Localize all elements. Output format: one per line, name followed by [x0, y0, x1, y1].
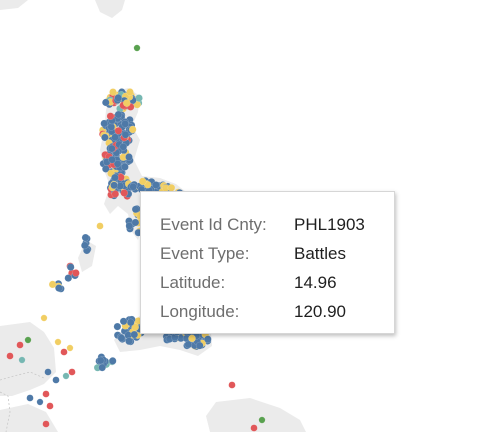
- event-marker[interactable]: [121, 120, 129, 128]
- event-marker[interactable]: [108, 144, 116, 153]
- event-marker[interactable]: [44, 368, 52, 376]
- tooltip-value: Battles: [294, 243, 346, 263]
- event-marker[interactable]: [111, 133, 119, 142]
- event-marker[interactable]: [114, 110, 123, 119]
- event-marker[interactable]: [184, 340, 193, 349]
- event-marker[interactable]: [72, 269, 80, 277]
- event-marker[interactable]: [119, 142, 128, 151]
- event-marker[interactable]: [26, 394, 34, 402]
- event-marker[interactable]: [64, 274, 73, 282]
- event-marker[interactable]: [126, 318, 135, 327]
- tooltip-row-event-type: Event Type: Battles: [160, 239, 394, 268]
- event-marker[interactable]: [120, 189, 128, 197]
- event-tooltip: Event Id Cnty: PHL1903 Event Type: Battl…: [140, 191, 395, 334]
- event-marker[interactable]: [68, 368, 76, 376]
- event-marker[interactable]: [96, 356, 105, 365]
- event-marker[interactable]: [133, 44, 141, 52]
- event-marker[interactable]: [96, 222, 104, 230]
- event-marker[interactable]: [66, 263, 75, 271]
- event-marker[interactable]: [42, 390, 50, 398]
- event-marker[interactable]: [55, 284, 63, 292]
- event-marker[interactable]: [100, 119, 108, 128]
- tooltip-value: 120.90: [294, 301, 346, 321]
- event-marker[interactable]: [119, 317, 128, 326]
- event-marker[interactable]: [40, 314, 48, 322]
- tooltip-label: Event Type:: [160, 243, 250, 263]
- event-marker[interactable]: [108, 357, 117, 365]
- event-marker[interactable]: [18, 356, 26, 364]
- event-marker[interactable]: [203, 335, 212, 344]
- tooltip-row-latitude: Latitude: 14.96: [160, 268, 394, 297]
- tooltip-row-longitude: Longitude: 120.90: [160, 297, 394, 326]
- event-marker[interactable]: [131, 205, 140, 214]
- event-marker[interactable]: [121, 163, 129, 171]
- event-marker[interactable]: [138, 177, 147, 186]
- event-marker[interactable]: [195, 341, 204, 350]
- event-marker[interactable]: [125, 153, 133, 161]
- map-view[interactable]: Event Id Cnty: PHL1903 Event Type: Battl…: [0, 0, 502, 432]
- event-marker[interactable]: [52, 376, 60, 384]
- event-marker[interactable]: [54, 338, 62, 346]
- event-marker[interactable]: [60, 348, 68, 356]
- event-marker[interactable]: [128, 125, 137, 134]
- tooltip-value: PHL1903: [294, 214, 365, 234]
- event-marker[interactable]: [111, 173, 119, 182]
- event-marker[interactable]: [228, 381, 236, 389]
- event-marker[interactable]: [109, 88, 117, 96]
- event-marker[interactable]: [130, 330, 139, 339]
- event-marker[interactable]: [123, 99, 131, 107]
- event-marker[interactable]: [81, 241, 89, 250]
- event-marker[interactable]: [111, 190, 120, 198]
- event-marker[interactable]: [62, 372, 70, 380]
- event-marker[interactable]: [106, 112, 115, 120]
- event-marker[interactable]: [98, 363, 106, 372]
- event-marker[interactable]: [258, 416, 266, 424]
- event-marker[interactable]: [46, 402, 54, 410]
- tooltip-label: Event Id Cnty:: [160, 214, 267, 234]
- event-marker[interactable]: [114, 127, 123, 135]
- event-marker[interactable]: [113, 322, 122, 331]
- tooltip-row-event-id: Event Id Cnty: PHL1903: [160, 210, 394, 239]
- event-marker[interactable]: [131, 218, 140, 227]
- event-marker[interactable]: [152, 181, 160, 189]
- event-marker[interactable]: [6, 352, 14, 360]
- event-marker[interactable]: [129, 182, 137, 191]
- event-marker[interactable]: [48, 280, 57, 289]
- event-marker[interactable]: [125, 337, 133, 346]
- event-marker[interactable]: [24, 336, 32, 344]
- tooltip-label: Latitude:: [160, 272, 226, 292]
- event-marker[interactable]: [250, 424, 258, 432]
- event-marker[interactable]: [66, 344, 74, 352]
- event-marker[interactable]: [121, 130, 130, 139]
- event-marker[interactable]: [117, 334, 126, 342]
- event-marker[interactable]: [114, 94, 122, 102]
- tooltip-value: 14.96: [294, 272, 337, 292]
- event-marker[interactable]: [42, 420, 50, 428]
- event-marker[interactable]: [126, 88, 134, 96]
- event-marker[interactable]: [16, 341, 24, 349]
- event-marker[interactable]: [36, 398, 44, 406]
- event-marker[interactable]: [81, 233, 90, 242]
- event-marker[interactable]: [108, 155, 116, 164]
- event-marker[interactable]: [107, 123, 116, 131]
- tooltip-label: Longitude:: [160, 301, 240, 321]
- event-marker[interactable]: [110, 181, 118, 190]
- event-marker[interactable]: [102, 98, 110, 107]
